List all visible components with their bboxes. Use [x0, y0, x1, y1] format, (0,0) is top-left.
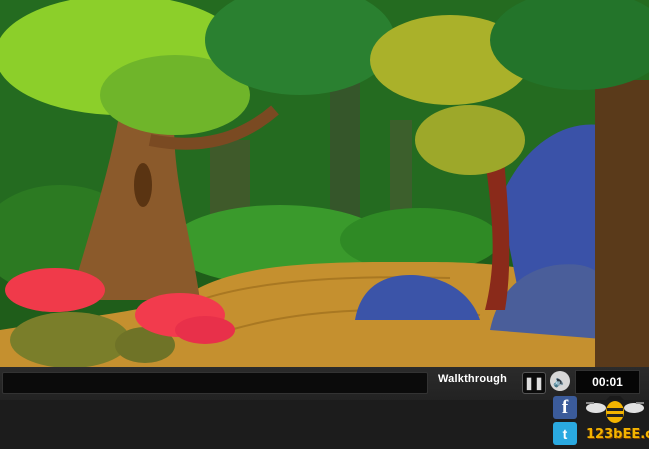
speaker-icon: 🔈 [553, 375, 567, 388]
facebook-icon: f [561, 396, 569, 418]
facebook-button[interactable]: f [553, 396, 577, 419]
forest-illustration [0, 0, 649, 367]
bottom-panel [0, 400, 649, 449]
pause-icon: ❚❚ [523, 376, 545, 390]
game-toolbar: Walkthrough ❚❚ 🔈 00:01 f t 123bEE.com [0, 367, 649, 449]
walkthrough-button[interactable]: Walkthrough [438, 373, 507, 385]
twitter-icon: t [562, 425, 568, 442]
twitter-button[interactable]: t [553, 422, 577, 445]
site-logo[interactable]: 123bEE.com [582, 394, 649, 447]
pause-button[interactable]: ❚❚ [522, 372, 546, 394]
logo-text: 123bEE.com [586, 427, 649, 442]
red-bush [5, 268, 105, 312]
game-scene[interactable] [0, 0, 649, 367]
bee-mascot-icon [586, 396, 644, 423]
inventory-bar[interactable] [2, 372, 428, 394]
timer-display: 00:01 [575, 370, 640, 394]
sound-button[interactable]: 🔈 [550, 371, 570, 391]
